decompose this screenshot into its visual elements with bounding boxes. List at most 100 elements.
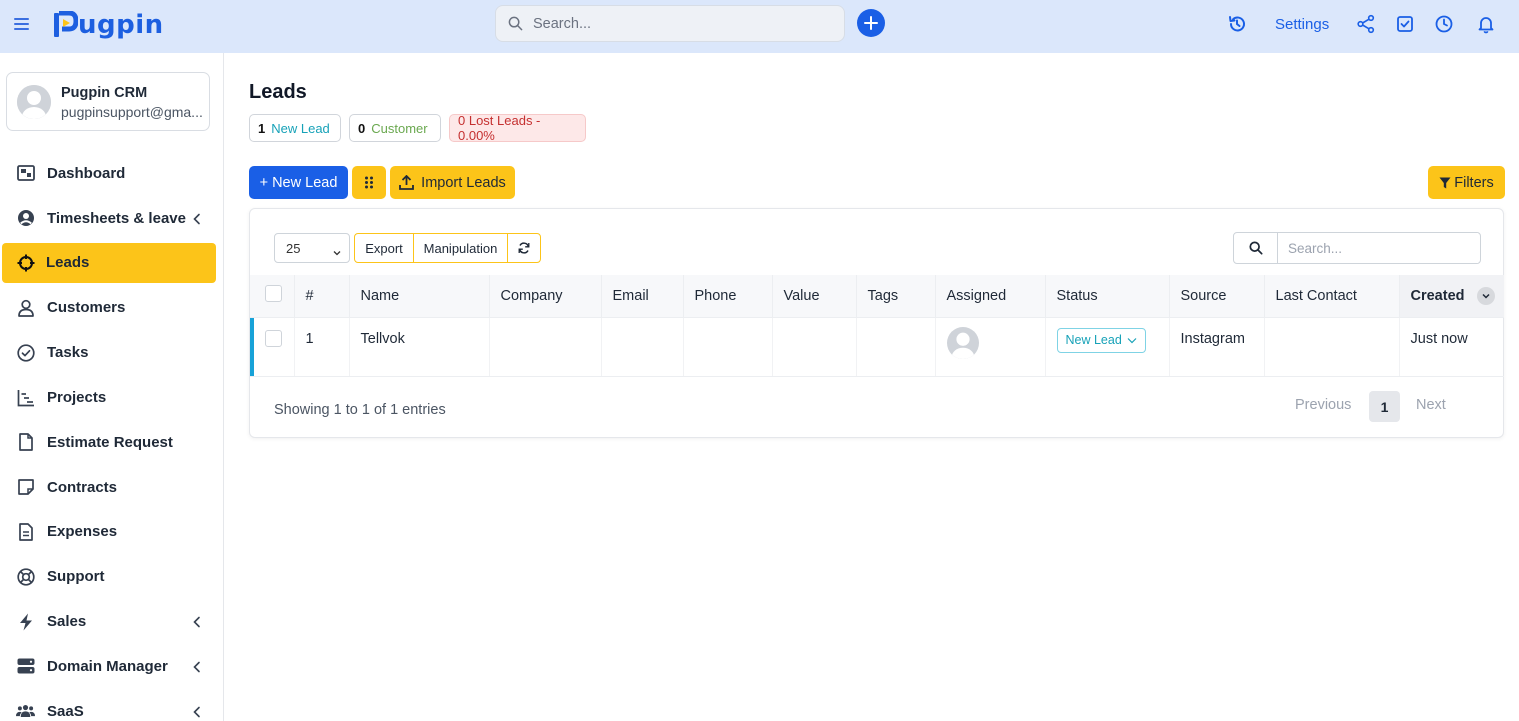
settings-link[interactable]: Settings (1275, 16, 1329, 33)
column-header[interactable]: Tags (856, 275, 936, 318)
sidebar-item-label: Domain Manager (47, 657, 168, 675)
column-header[interactable]: Company (489, 275, 602, 318)
file-icon (16, 433, 35, 452)
bell-icon[interactable] (1476, 14, 1496, 34)
column-header[interactable]: Status (1045, 275, 1170, 318)
logo-mark-icon (52, 10, 79, 39)
clock-icon[interactable] (1434, 14, 1454, 34)
refresh-button[interactable] (508, 234, 540, 262)
bolt-icon (16, 612, 35, 631)
global-search[interactable] (495, 5, 845, 42)
sidebar-item-tasks[interactable]: Tasks (0, 330, 224, 375)
table-search-button[interactable] (1234, 233, 1278, 263)
share-icon[interactable] (1356, 14, 1376, 34)
cell-assigned (935, 317, 1046, 377)
pagination-page[interactable]: 1 (1369, 391, 1400, 422)
column-header[interactable]: Source (1169, 275, 1265, 318)
stat-new-lead[interactable]: 1 New Lead (249, 114, 341, 142)
sidebar-item-leads[interactable]: Leads (2, 242, 216, 283)
sidebar-item-label: Dashboard (47, 164, 126, 182)
global-search-input[interactable] (533, 15, 823, 32)
stat-label: New Lead (271, 120, 330, 136)
column-header[interactable]: Value (772, 275, 857, 318)
cell-status: New Lead (1045, 317, 1170, 377)
sidebar-item-dashboard[interactable]: Dashboard (0, 151, 224, 196)
app-logo[interactable]: ugpin (52, 10, 164, 40)
top-bar: ugpin Settings (0, 0, 1519, 53)
stat-label: 0 Lost Leads - 0.00% (458, 113, 541, 143)
new-lead-button[interactable]: + New Lead (249, 166, 348, 199)
sort-desc-icon[interactable] (1477, 287, 1495, 305)
column-header-created[interactable]: Created (1399, 275, 1504, 318)
cell-tags (856, 317, 936, 377)
users-icon (16, 702, 35, 721)
table-row[interactable]: 1 Tellvok New Lead Instagram Just now (250, 317, 1504, 377)
sidebar-item-customers[interactable]: Customers (0, 286, 224, 331)
table-search (1233, 232, 1481, 264)
sidebar-item-estimate-request[interactable]: Estimate Request (0, 420, 224, 465)
history-icon[interactable] (1227, 14, 1247, 34)
sidebar-item-expenses[interactable]: Expenses (0, 510, 224, 555)
plus-icon (864, 16, 878, 30)
stat-lost-leads[interactable]: 0 Lost Leads - 0.00% (449, 113, 586, 143)
kanban-toggle-button[interactable] (352, 166, 386, 199)
checkbox-tasks-icon[interactable] (1395, 14, 1415, 34)
column-header[interactable]: Last Contact (1264, 275, 1400, 318)
server-icon (16, 657, 35, 676)
quick-add-button[interactable] (857, 9, 885, 37)
row-checkbox[interactable] (265, 329, 282, 347)
stat-count: 0 (358, 120, 366, 136)
stat-customer[interactable]: 0 Customer (349, 114, 441, 142)
menu-icon[interactable] (14, 18, 29, 30)
sidebar-item-support[interactable]: Support (0, 554, 224, 599)
gantt-icon (16, 388, 35, 407)
leads-table: # Name Company Email Phone Value Tags As… (250, 275, 1504, 377)
profile-card[interactable]: Pugpin CRM pugpinsupport@gma... (6, 72, 210, 131)
grip-icon (365, 176, 373, 189)
chevron-left-icon (192, 615, 202, 628)
column-header[interactable]: Name (349, 275, 490, 318)
assigned-avatar[interactable] (946, 326, 979, 359)
sidebar-item-label: Projects (47, 389, 107, 407)
sidebar-item-label: Estimate Request (47, 433, 173, 451)
user-circle-icon (16, 209, 35, 228)
sidebar-item-label: Timesheets & leave (47, 209, 186, 227)
check-circle-icon (16, 343, 35, 362)
pagination-next[interactable]: Next (1416, 397, 1446, 413)
sidebar-item-label: SaaS (47, 702, 84, 720)
column-header[interactable]: Email (601, 275, 684, 318)
sidebar-item-timesheets[interactable]: Timesheets & leave (0, 196, 224, 241)
sidebar-item-label: Leads (46, 254, 90, 272)
filters-button[interactable]: Filters (1428, 166, 1505, 199)
sidebar-item-saas[interactable]: SaaS (0, 689, 224, 721)
leads-table-card: 25 Export Manipulation # Name Company Em… (249, 208, 1504, 438)
sidebar-item-contracts[interactable]: Contracts (0, 465, 224, 510)
export-button[interactable]: Export (355, 234, 414, 262)
sticky-note-icon (16, 478, 35, 497)
logo-text: ugpin (78, 10, 164, 40)
sidebar-item-label: Contracts (47, 478, 118, 496)
select-all-checkbox[interactable] (265, 285, 282, 303)
column-header[interactable]: Phone (683, 275, 773, 318)
pagination-previous[interactable]: Previous (1295, 397, 1351, 413)
import-leads-button[interactable]: Import Leads (390, 166, 515, 199)
page-size-select[interactable]: 25 (274, 233, 350, 263)
refresh-icon (518, 242, 530, 254)
sidebar-item-projects[interactable]: Projects (0, 375, 224, 420)
upload-icon (399, 175, 415, 190)
chevron-left-icon (192, 212, 202, 225)
stat-label: Customer (371, 120, 428, 136)
chevron-left-icon (192, 705, 202, 718)
status-dropdown[interactable]: New Lead (1056, 327, 1146, 353)
entries-info: Showing 1 to 1 of 1 entries (274, 402, 446, 418)
user-icon (16, 298, 35, 317)
sidebar-item-domain-manager[interactable]: Domain Manager (0, 644, 224, 689)
column-header[interactable]: Assigned (935, 275, 1046, 318)
cell-value (772, 317, 857, 377)
manipulation-button[interactable]: Manipulation (414, 234, 508, 262)
cell-name[interactable]: Tellvok (349, 317, 490, 377)
sidebar-item-sales[interactable]: Sales (0, 599, 224, 644)
chevron-down-icon (1127, 337, 1137, 343)
column-header[interactable]: # (294, 275, 350, 318)
table-search-input[interactable] (1278, 233, 1478, 263)
